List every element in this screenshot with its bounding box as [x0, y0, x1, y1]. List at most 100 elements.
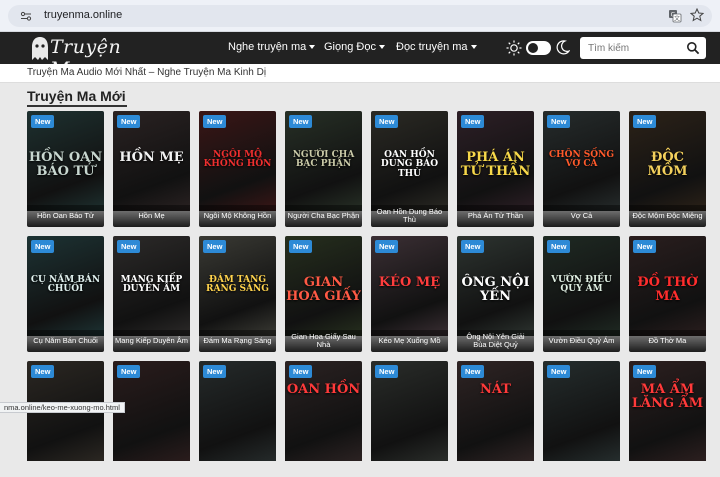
story-title[interactable]: Ông Nội Yên Giải Bùa Diệt Quỷ	[457, 330, 534, 352]
story-title[interactable]: Cụ Năm Bán Chuối	[27, 330, 104, 352]
story-card[interactable]: New	[27, 361, 104, 477]
story-card[interactable]: ĐỘC MỒM New Độc Mộm Độc Miệng	[629, 111, 706, 227]
story-title[interactable]: Vợ Cả	[543, 205, 620, 227]
story-card[interactable]: New	[543, 361, 620, 477]
cover-title-art: PHÁ ÁN TỬ THẦN	[460, 150, 531, 179]
cover-title-art: VƯỜN ĐIỀU QUỶ ÁM	[551, 275, 612, 295]
cover-title-art: CHÔN SỐNG VỢ CẢ	[548, 150, 615, 170]
cover-title-art: HỒN MẸ	[119, 150, 184, 165]
cover-title-art: NGÔI MỘ KHÔNG HỒN	[203, 150, 272, 170]
svg-text:文: 文	[674, 15, 680, 23]
new-badge: New	[203, 115, 227, 128]
site-logo[interactable]: Truyện Ma	[28, 33, 158, 80]
site-info-icon[interactable]	[20, 10, 32, 22]
browser-toolbar: truyenma.online G 文	[0, 0, 720, 32]
search-input[interactable]	[588, 40, 684, 56]
story-card[interactable]: NGÔI MỘ KHÔNG HỒN New Ngôi Mộ Không Hồn	[199, 111, 276, 227]
bookmark-star-icon[interactable]	[690, 8, 704, 22]
story-title[interactable]: Vườn Điều Quỷ Ám	[543, 330, 620, 352]
story-card[interactable]: MA ẨM LĂNG ẨM New	[629, 361, 706, 477]
tagline-bar: Truyện Ma Audio Mới Nhất – Nghe Truyện M…	[0, 64, 720, 83]
sun-icon	[506, 40, 522, 56]
story-card[interactable]: OAN HỒN DUNG BÁO THÙ New Oan Hồn Dung Báo …	[371, 111, 448, 227]
ghost-logo-icon	[32, 37, 48, 60]
story-title[interactable]: Ngôi Mộ Không Hồn	[199, 205, 276, 227]
chevron-down-icon	[378, 45, 385, 50]
site-header: Truyện Ma Nghe truyện ma Giọng Đọc Đọc t…	[0, 32, 720, 80]
cover-title-art: OAN HỒN	[286, 382, 361, 397]
new-badge: New	[289, 240, 313, 253]
new-badge: New	[375, 115, 399, 128]
search-box	[580, 37, 706, 59]
nav-doc-truyen-ma[interactable]: Đọc truyện ma	[396, 41, 477, 53]
story-card[interactable]: NÁT New	[457, 361, 534, 477]
story-card[interactable]: CHÔN SỐNG VỢ CẢ New Vợ Cả	[543, 111, 620, 227]
story-card[interactable]: MANG KIẾP DUYÊN ÂM New Mang Kiếp Duyên Âm	[113, 236, 190, 352]
story-title[interactable]: Người Cha Bạc Phận	[285, 205, 362, 227]
story-card[interactable]: KÉO MẸ New Kéo Mẹ Xuống Mồ	[371, 236, 448, 352]
tagline-text: Truyện Ma Audio Mới Nhất – Nghe Truyện M…	[27, 67, 267, 78]
story-card[interactable]: ĐÁM TANG RẠNG SÁNG New Đám Ma Rạng Sáng	[199, 236, 276, 352]
story-card[interactable]: HỒN OAN BÁO TỬ New Hồn Oan Báo Tử	[27, 111, 104, 227]
new-badge: New	[289, 115, 313, 128]
new-badge: New	[633, 365, 657, 378]
translate-icon[interactable]: G 文	[668, 9, 682, 23]
new-badge: New	[547, 115, 571, 128]
section-title: Truyện Ma Mới	[27, 88, 126, 104]
url-text[interactable]: truyenma.online	[44, 9, 122, 21]
new-badge: New	[117, 240, 141, 253]
story-card[interactable]: ÔNG NỘI YẾN New Ông Nội Yên Giải Bùa Diệt …	[457, 236, 534, 352]
new-badge: New	[375, 240, 399, 253]
story-card[interactable]: OAN HỒN New	[285, 361, 362, 477]
cover-title-art: MANG KIẾP DUYÊN ÂM	[120, 275, 183, 295]
new-badge: New	[375, 365, 399, 378]
cover-title-art: OAN HỒN DUNG BÁO THÙ	[380, 150, 439, 179]
address-bar[interactable]: truyenma.online G 文	[8, 5, 712, 27]
nav-label: Nghe truyện ma	[228, 41, 307, 53]
story-title[interactable]: Đồ Thờ Ma	[629, 330, 706, 352]
story-title[interactable]: Hồn Oan Báo Tử	[27, 205, 104, 227]
story-title[interactable]: Hồn Mẹ	[113, 205, 190, 227]
new-badge: New	[289, 365, 313, 378]
cover-title-art: NGƯỜI CHA BẠC PHẬN	[292, 150, 355, 170]
cover-title-art: CỤ NĂM BÁN CHUỐI	[30, 275, 101, 295]
story-title[interactable]: Phá Án Tử Thần	[457, 205, 534, 227]
nav-label: Đọc truyện ma	[396, 41, 468, 53]
nav-giong-doc[interactable]: Giọng Đọc	[324, 41, 385, 53]
status-bar-url: nma.online/keo-me-xuong-mo.html	[0, 402, 125, 413]
cover-title-art: HỒN OAN BÁO TỬ	[28, 150, 103, 179]
cover-title-art: ĐÁM TANG RẠNG SÁNG	[206, 275, 269, 295]
story-title[interactable]: Oan Hồn Dung Báo Thù	[371, 205, 448, 227]
story-card[interactable]: New	[371, 361, 448, 477]
cover-title-art: KÉO MẸ	[378, 275, 441, 290]
story-title[interactable]: Gian Hoa Giấy Sau Nhà	[285, 330, 362, 352]
search-icon[interactable]	[686, 41, 700, 55]
cover-title-art: ĐỘC MỒM	[647, 150, 688, 179]
new-badge: New	[633, 115, 657, 128]
new-badge: New	[117, 115, 141, 128]
cover-title-art: GIAN HOA GIẤY	[286, 275, 361, 304]
story-title[interactable]: Kéo Mẹ Xuống Mồ	[371, 330, 448, 352]
story-card[interactable]: NGƯỜI CHA BẠC PHẬN New Người Cha Bạc Phận	[285, 111, 362, 227]
story-title[interactable]: Mang Kiếp Duyên Âm	[113, 330, 190, 352]
story-title[interactable]: Đám Ma Rạng Sáng	[199, 330, 276, 352]
new-badge: New	[461, 240, 485, 253]
dark-mode-toggle[interactable]	[526, 41, 551, 55]
story-title[interactable]: Độc Mộm Độc Miệng	[629, 205, 706, 227]
story-card[interactable]: ĐỒ THỜ MA New Đồ Thờ Ma	[629, 236, 706, 352]
story-card[interactable]: HỒN MẸ New Hồn Mẹ	[113, 111, 190, 227]
story-card[interactable]: New	[113, 361, 190, 477]
story-card[interactable]: New	[199, 361, 276, 477]
new-badge: New	[461, 365, 485, 378]
nav-nghe-truyen-ma[interactable]: Nghe truyện ma	[228, 41, 316, 53]
story-card[interactable]: CỤ NĂM BÁN CHUỐI New Cụ Năm Bán Chuối	[27, 236, 104, 352]
new-badge: New	[31, 365, 55, 378]
cover-title-art: ĐỒ THỜ MA	[637, 275, 698, 304]
story-card[interactable]: VƯỜN ĐIỀU QUỶ ÁM New Vườn Điều Quỷ Ám	[543, 236, 620, 352]
chevron-down-icon	[309, 45, 316, 50]
chevron-down-icon	[470, 45, 477, 50]
toggle-knob	[528, 43, 538, 53]
section-divider	[27, 105, 127, 107]
story-card[interactable]: GIAN HOA GIẤY New Gian Hoa Giấy Sau Nhà	[285, 236, 362, 352]
story-card[interactable]: PHÁ ÁN TỬ THẦN New Phá Án Tử Thần	[457, 111, 534, 227]
